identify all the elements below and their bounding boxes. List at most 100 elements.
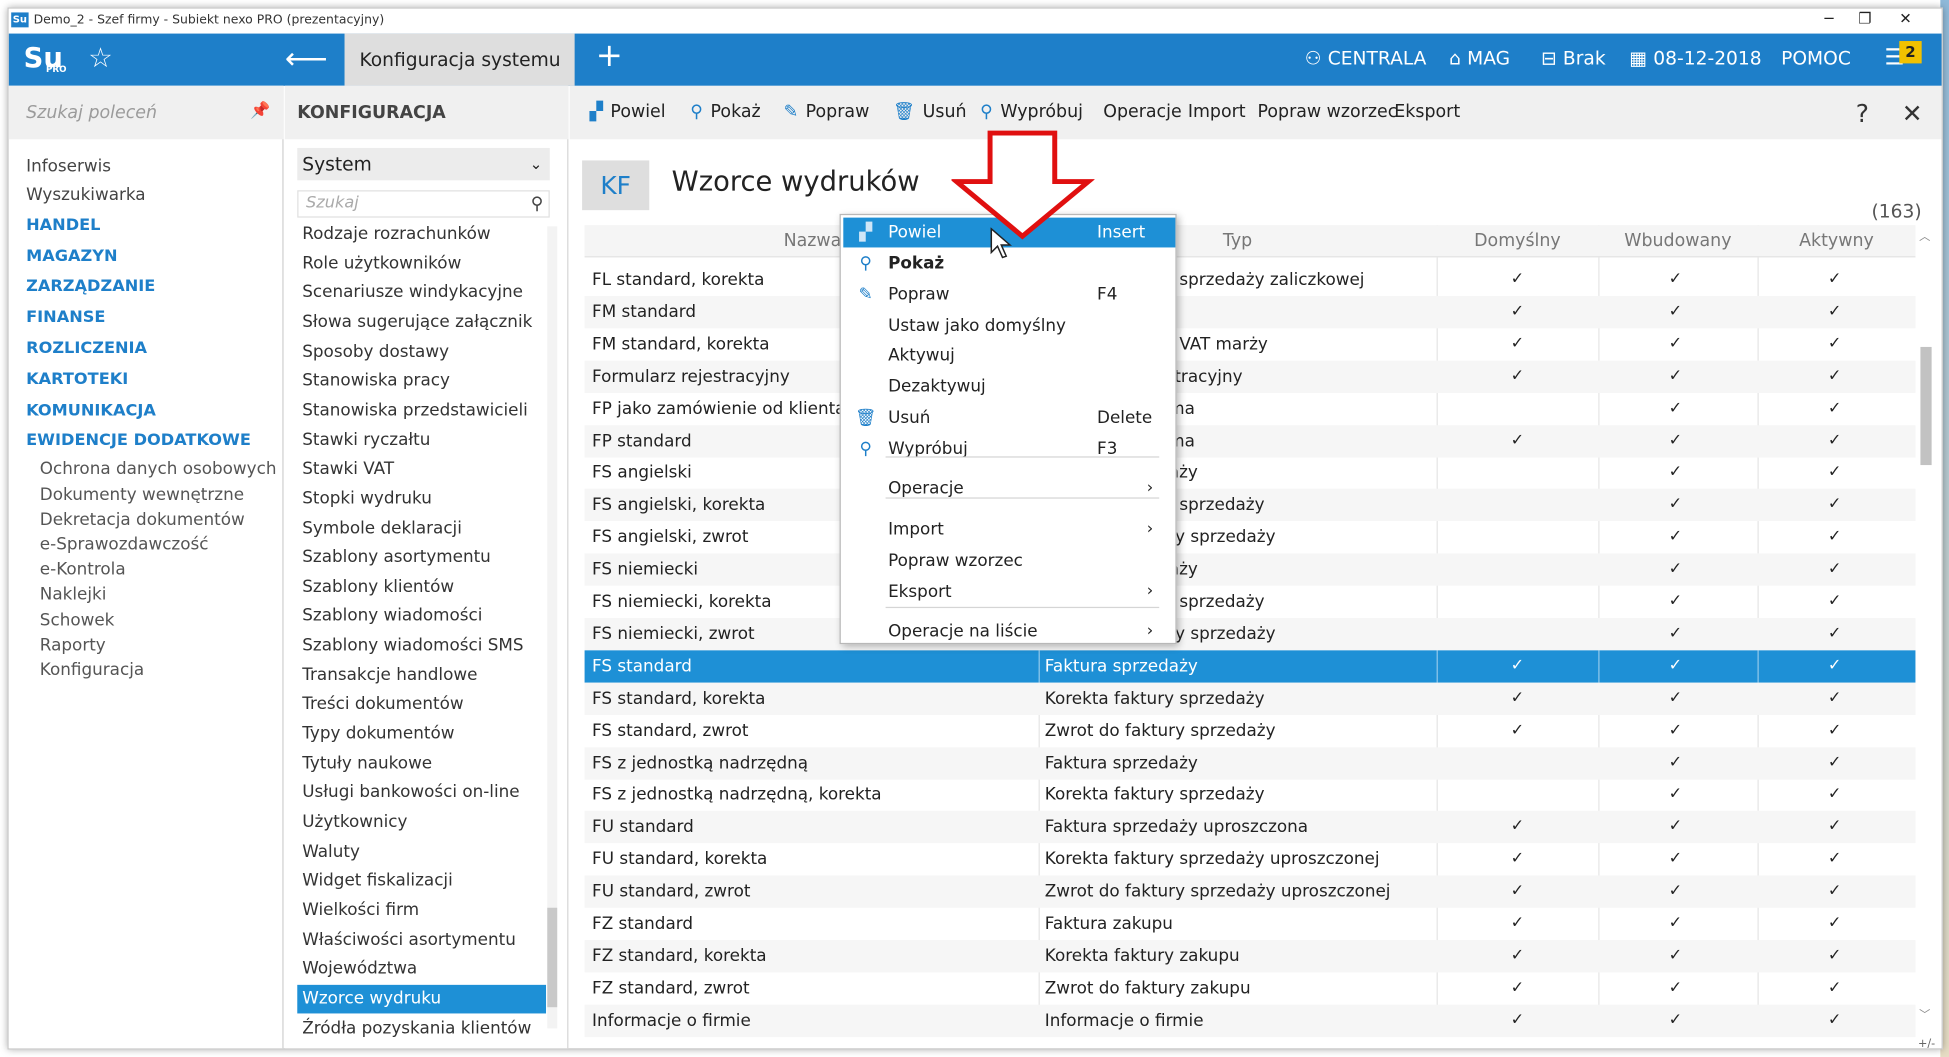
toolbar-wyprobuj-button[interactable]: ⚲ Wypróbuj [980,102,1083,122]
config-list-item[interactable]: Stanowiska pracy [297,367,546,396]
config-list-item[interactable]: Stopki wydruku [297,485,546,514]
config-list-item[interactable]: Stawki VAT [297,455,546,484]
favorites-star-icon[interactable]: ☆ [88,44,113,75]
toolbar-usun-button[interactable]: 🗑 Usuń [893,102,966,122]
config-list-item[interactable]: Wzorce wydruku [297,984,547,1014]
maximize-button[interactable]: ❐ [1858,10,1871,27]
table-row[interactable]: FU standard Faktura sprzedaży uproszczona… [584,811,1916,844]
table-row[interactable]: FP standardFaktura pro forma✓✓✓ [584,424,1916,457]
table-row[interactable]: FM standardFaktura marża✓✓✓ [584,295,1916,329]
table-row[interactable]: FM standard, korektaKorekta faktury VAT … [585,328,1916,360]
config-list-item[interactable]: Typy dokumentów [297,720,546,749]
table-row[interactable]: FS niemieckiFaktura sprzedaży✓✓ [584,553,1916,586]
nav-category-ewidencje[interactable]: EWIDENCJE DODATKOWE [26,431,251,450]
menu-item-aktywuj[interactable]: Aktywuj [843,341,1175,371]
table-row[interactable]: FU standard, korekta Korekta faktury sprz… [585,843,1916,875]
config-list-item[interactable]: Właściwości asortymentu [297,926,546,955]
nav-category-zarzadzanie[interactable]: ZARZĄDZANIE [26,277,155,296]
config-list-item[interactable]: Transakcje handlowe [297,661,546,690]
config-list-item[interactable]: Waluty [297,838,546,867]
table-row[interactable]: FZ standard, zwrot Zwrot do faktury zakup… [585,972,1916,1004]
table-row[interactable]: FS standard Faktura sprzedaży ✓ ✓ ✓ [584,650,1916,683]
nav-subitem-schowek[interactable]: Schowek [40,611,115,631]
config-list-item[interactable]: Szablony wiadomości SMS [297,632,546,661]
config-list-item[interactable]: Rodzaje rozrachunków [297,220,546,249]
new-tab-plus-icon[interactable]: + [596,37,623,74]
config-list-scrollbar[interactable] [547,226,558,1029]
nav-item-wyszukiwarka[interactable]: Wyszukiwarka [26,185,145,205]
command-search[interactable]: Szukaj poleceń 📌 [8,85,284,140]
config-list-item[interactable]: Stanowiska przedstawicieli [297,397,546,426]
header-help[interactable]: POMOC [1781,47,1851,69]
menu-item-usun[interactable]: 🗑 Usuń Delete [843,403,1175,433]
toolbar-popraw-wzorzec-button[interactable]: Popraw wzorzec [1257,102,1397,122]
table-row[interactable]: FS standard, zwrot Zwrot do faktury sprze… [585,715,1916,747]
nav-category-komunikacja[interactable]: KOMUNIKACJA [26,402,156,421]
nav-subitem-konfiguracja[interactable]: Konfiguracja [40,660,144,680]
toolbar-pokaz-button[interactable]: ⚲ Pokaż [690,102,760,122]
nav-subitem-ochrona[interactable]: Ochrona danych osobowych [40,459,277,479]
nav-category-finanse[interactable]: FINANSE [26,308,105,327]
config-list-item[interactable]: Stawki ryczałtu [297,426,546,455]
nav-item-infoserwis[interactable]: Infoserwis [26,157,111,177]
toolbar-operacje-button[interactable]: Operacje [1103,102,1181,122]
menu-item-popraw[interactable]: ✎ Popraw F4 [843,280,1175,310]
table-row[interactable]: FS z jednostką nadrzędną, korekta Korekta… [585,779,1916,811]
scroll-up-icon[interactable]: ︿ [1919,228,1930,243]
table-row[interactable]: FS angielski, zwrotZwrot do faktury sprz… [585,521,1916,553]
table-row[interactable]: FP jako zamówienie od klientaFaktura pro… [585,392,1916,424]
toolbar-eksport-button[interactable]: Eksport [1394,102,1460,122]
table-row[interactable]: Informacje o firmie Informacje o firmie ✓ ✓… [584,1004,1916,1037]
config-list-item[interactable]: Treści dokumentów [297,691,546,720]
menu-item-popraw-wzorzec[interactable]: Popraw wzorzec [843,546,1175,576]
back-arrow-icon[interactable]: ⟵ [285,34,328,86]
nav-subitem-e-kontrola[interactable]: e-Kontrola [40,560,126,580]
config-search-input[interactable]: Szukaj ⚲ [297,190,550,218]
config-list-item[interactable]: Role użytkowników [297,249,546,278]
close-window-button[interactable]: ✕ [1899,10,1912,27]
help-icon[interactable]: ? [1856,98,1869,128]
close-view-icon[interactable]: ✕ [1902,98,1923,128]
grid-scrollbar-thumb[interactable] [1920,346,1932,466]
nav-subitem-e-sprawozdawczosc[interactable]: e-Sprawozdawczość [40,535,209,555]
config-list-item[interactable]: Szablony klientów [297,573,546,602]
nav-category-magazyn[interactable]: MAGAZYN [26,247,117,266]
config-list-item[interactable]: Tytuły naukowe [297,749,546,778]
notification-badge[interactable]: 2 [1899,41,1922,64]
table-row[interactable]: FS angielskiFaktura sprzedaży✓✓ [585,457,1916,489]
table-row[interactable]: FS angielski, korektaKorekta faktury spr… [584,489,1916,522]
config-list-item[interactable]: Widget fiskalizacji [297,867,546,896]
toolbar-popraw-button[interactable]: ✎ Popraw [784,102,870,122]
table-row[interactable]: FZ standard Faktura zakupu ✓ ✓ ✓ [585,908,1916,940]
nav-category-kartoteki[interactable]: KARTOTEKI [26,371,128,390]
menu-item-operacje[interactable]: Operacje › [843,474,1175,504]
pin-icon[interactable]: 📌 [250,102,270,121]
config-list-item[interactable]: Użytkownicy [297,808,546,837]
table-row[interactable]: FU standard, zwrot Zwrot do faktury sprze… [584,875,1916,908]
config-combo[interactable]: System ⌄ [297,147,550,181]
table-row[interactable]: FS niemiecki, zwrotZwrot do faktury sprz… [584,617,1916,651]
header-mag[interactable]: ⌂ MAG [1449,47,1510,69]
column-header-aktywny[interactable]: Aktywny [1757,231,1915,251]
active-tab-title[interactable]: Konfiguracja systemu [344,33,575,86]
table-row[interactable]: Formularz rejestracyjnyFormularz rejestr… [584,360,1916,393]
menu-item-wyprobuj[interactable]: ⚲ Wypróbuj F3 [843,434,1175,464]
toolbar-powiel-button[interactable]: ▞ Powiel [590,102,666,122]
config-list-item[interactable]: Wielkości firm [297,896,546,925]
config-list-item[interactable]: Źródła pozyskania klientów [297,1014,546,1043]
column-header-domyslny[interactable]: Domyślny [1437,231,1599,251]
table-row[interactable]: FS z jednostką nadrzędną Faktura sprzedaż… [584,746,1916,780]
nav-subitem-raporty[interactable]: Raporty [40,635,106,655]
scroll-down-icon[interactable]: ﹀ [1919,1006,1930,1022]
config-list-item[interactable]: Usługi bankowości on-line [297,779,546,808]
config-list-item[interactable]: Szablony wiadomości [297,602,546,631]
nav-subitem-dokumenty-wewnetrzne[interactable]: Dokumenty wewnętrzne [40,485,244,505]
header-date[interactable]: ▦ 08-12-2018 [1629,47,1761,69]
table-row[interactable]: FS standard, korekta Korekta faktury sprz… [584,682,1916,715]
menu-item-ustaw-jako-domyslny[interactable]: Ustaw jako domyślny [843,311,1175,341]
table-row[interactable]: FS niemiecki, korektaKorekta faktury spr… [585,586,1916,618]
minimize-button[interactable]: ─ [1825,10,1834,27]
menu-item-operacje-na-liscie[interactable]: Operacje na liście › [843,617,1175,647]
menu-item-import[interactable]: Import › [843,515,1175,545]
brand-logo[interactable]: Su PRO [9,34,77,86]
